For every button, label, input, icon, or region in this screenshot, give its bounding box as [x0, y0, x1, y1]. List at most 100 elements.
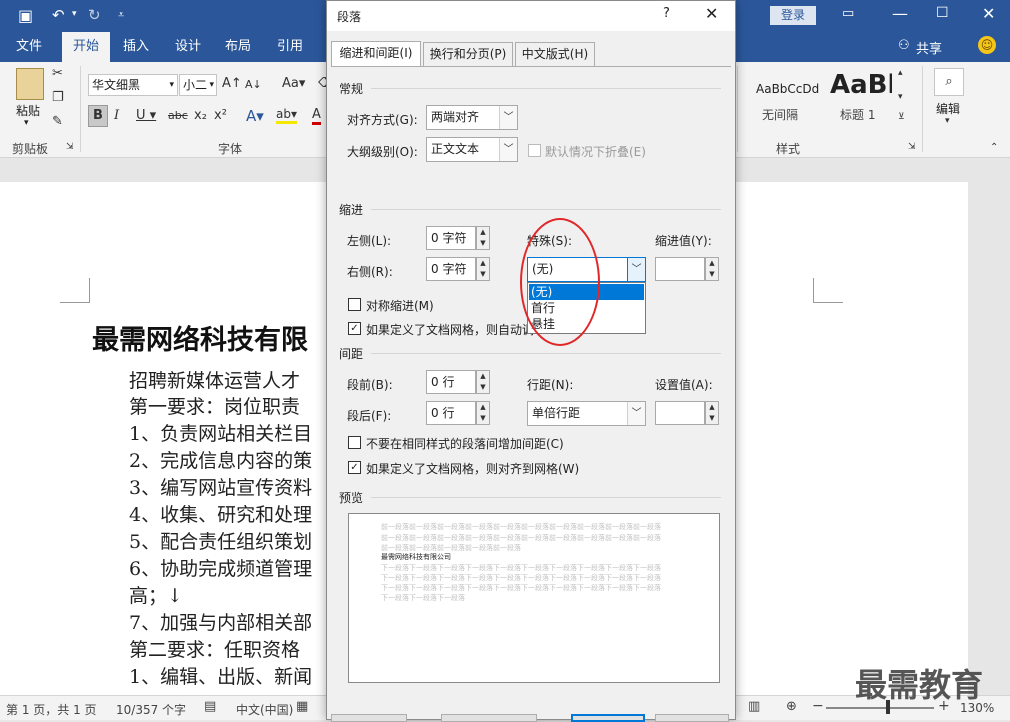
tab-indents-spacing[interactable]: 缩进和间距(I): [331, 41, 421, 67]
undo-dropdown-icon[interactable]: ▾: [72, 9, 77, 19]
edit-button[interactable]: 编辑: [936, 100, 960, 117]
font-name-combo[interactable]: 华文细黑 ▾: [88, 74, 178, 96]
line-spacing-select[interactable]: 单倍行距 ﹀: [527, 401, 646, 426]
share-button[interactable]: 共享: [916, 38, 942, 57]
read-mode-icon[interactable]: ▥: [748, 699, 760, 714]
edit-dropdown-icon[interactable]: ▾: [945, 116, 950, 126]
web-layout-icon[interactable]: ⊕: [786, 699, 797, 714]
proofing-icon[interactable]: ▤: [204, 699, 216, 714]
font-size-combo[interactable]: 小二 ▾: [179, 74, 217, 96]
styles-launcher-icon[interactable]: ⇲: [908, 142, 916, 152]
style-no-spacing[interactable]: AaBbCcDd 无间隔: [752, 70, 824, 132]
preview-prev-text: 前一段落前一段落前一段落前一段落前一段落前一段落前一段落前一段落前一段落前一段落: [381, 523, 661, 531]
right-indent-input[interactable]: 0 字符: [426, 257, 476, 281]
change-case-icon[interactable]: Aa▾: [282, 76, 305, 91]
highlight-icon[interactable]: ab▾: [276, 107, 297, 124]
undo-icon[interactable]: ↶: [52, 6, 65, 24]
tab-file[interactable]: 文件: [6, 32, 52, 62]
customize-quick-access-icon[interactable]: ⩡: [118, 8, 124, 22]
strikethrough-icon[interactable]: abc: [168, 109, 188, 122]
bold-icon[interactable]: B: [88, 105, 108, 127]
indent-by-spinner[interactable]: ▲ ▼: [705, 257, 719, 281]
tabs-button[interactable]: [331, 714, 407, 722]
style-no-spacing-preview: AaBbCcDd: [756, 82, 820, 96]
paste-icon[interactable]: [16, 68, 44, 100]
set-default-button[interactable]: [441, 714, 537, 722]
tab-references[interactable]: 引用: [268, 32, 312, 62]
style-heading-1[interactable]: AaBb 标题 1: [826, 70, 892, 132]
zoom-slider[interactable]: [826, 707, 934, 709]
no-space-same-style-checkbox[interactable]: [348, 436, 361, 449]
spacing-at-spinner[interactable]: ▲ ▼: [705, 401, 719, 425]
spacing-section-title: 间距: [339, 347, 364, 361]
indent-by-input[interactable]: [655, 257, 705, 281]
page-count[interactable]: 第 1 页，共 1 页: [6, 701, 97, 718]
tab-design[interactable]: 设计: [166, 32, 210, 62]
styles-scroll-down-icon[interactable]: ▾: [898, 92, 903, 102]
close-icon[interactable]: ✕: [705, 4, 718, 23]
redo-icon[interactable]: ↻: [88, 6, 101, 24]
collapse-ribbon-icon[interactable]: ⌃: [990, 142, 998, 153]
language-indicator[interactable]: 中文(中国): [236, 701, 293, 718]
cancel-button[interactable]: [655, 714, 729, 722]
tab-home[interactable]: 开始: [62, 32, 110, 62]
preview-next-text: 下一段落下一段落下一段落下一段落下一段落下一段落下一段落下一段落下一段落下一段落: [381, 584, 661, 592]
outline-level-select[interactable]: 正文文本 ﹀: [426, 137, 518, 162]
spacing-before-spinner[interactable]: ▲ ▼: [476, 370, 490, 394]
maximize-icon[interactable]: ☐: [936, 5, 949, 21]
spacing-at-input[interactable]: [655, 401, 705, 425]
close-window-icon[interactable]: ✕: [982, 4, 995, 23]
word-count[interactable]: 10/357 个字: [116, 701, 186, 718]
tab-insert[interactable]: 插入: [114, 32, 158, 62]
subscript-icon[interactable]: x₂: [194, 108, 207, 123]
grow-font-icon[interactable]: A↑: [222, 76, 242, 91]
spacing-after-spinner[interactable]: ▲ ▼: [476, 401, 490, 425]
help-button[interactable]: ?: [663, 6, 670, 21]
preview-sample-text: 最需网络科技有限公司: [381, 553, 451, 561]
font-color-icon[interactable]: A: [312, 107, 321, 125]
styles-scroll-up-icon[interactable]: ▴: [898, 68, 903, 78]
snap-to-grid-checkbox[interactable]: ✓: [348, 461, 361, 474]
text-effects-icon[interactable]: A▾: [246, 107, 264, 125]
ok-button[interactable]: [571, 714, 645, 722]
chevron-down-icon: ﹀: [499, 138, 517, 161]
paste-dropdown-icon[interactable]: ▾: [24, 118, 29, 128]
paste-label[interactable]: 粘贴: [16, 102, 40, 119]
no-space-same-style-label: 不要在相同样式的段落间增加间距(C): [366, 437, 564, 451]
superscript-icon[interactable]: x²: [214, 108, 227, 123]
spacing-before-label: 段前(B):: [347, 378, 393, 392]
left-indent-label: 左侧(L):: [347, 234, 392, 248]
collapse-checkbox[interactable]: [528, 144, 541, 157]
styles-more-icon[interactable]: ⊻: [898, 112, 905, 122]
minimize-icon[interactable]: —: [892, 4, 908, 23]
login-button[interactable]: 登录: [770, 6, 816, 25]
copy-icon[interactable]: ❐: [52, 90, 64, 105]
format-painter-icon[interactable]: ✎: [52, 114, 63, 129]
spacing-after-input[interactable]: 0 行: [426, 401, 476, 425]
zoom-out-icon[interactable]: −: [812, 698, 824, 714]
tab-layout[interactable]: 布局: [216, 32, 260, 62]
clipboard-launcher-icon[interactable]: ⇲: [66, 142, 74, 152]
save-icon[interactable]: ▣: [18, 6, 33, 25]
alignment-select[interactable]: 两端对齐 ﹀: [426, 105, 518, 130]
tab-asian-typography[interactable]: 中文版式(H): [515, 42, 595, 66]
italic-icon[interactable]: I: [114, 108, 119, 123]
tab-line-page-breaks[interactable]: 换行和分页(P): [423, 42, 513, 66]
smiley-icon[interactable]: ☺: [978, 36, 996, 54]
underline-icon[interactable]: U ▾: [136, 108, 156, 123]
ribbon-display-icon[interactable]: ▭: [842, 6, 854, 21]
find-icon[interactable]: ⌕: [934, 68, 964, 96]
doc-line: 招聘新媒体运营人才: [129, 370, 301, 392]
chevron-down-icon: ﹀: [627, 402, 645, 425]
spacing-before-input[interactable]: 0 行: [426, 370, 476, 394]
left-indent-input[interactable]: 0 字符: [426, 226, 476, 250]
left-indent-spinner[interactable]: ▲ ▼: [476, 226, 490, 250]
focus-mode-icon[interactable]: ▦: [296, 699, 308, 714]
cut-icon[interactable]: ✂: [52, 66, 63, 81]
alignment-value: 两端对齐: [431, 110, 480, 124]
shrink-font-icon[interactable]: A↓: [245, 78, 262, 91]
mirror-indents-checkbox[interactable]: [348, 298, 361, 311]
right-indent-spinner[interactable]: ▲ ▼: [476, 257, 490, 281]
auto-adjust-grid-checkbox[interactable]: ✓: [348, 322, 361, 335]
font-group-label: 字体: [218, 142, 243, 156]
